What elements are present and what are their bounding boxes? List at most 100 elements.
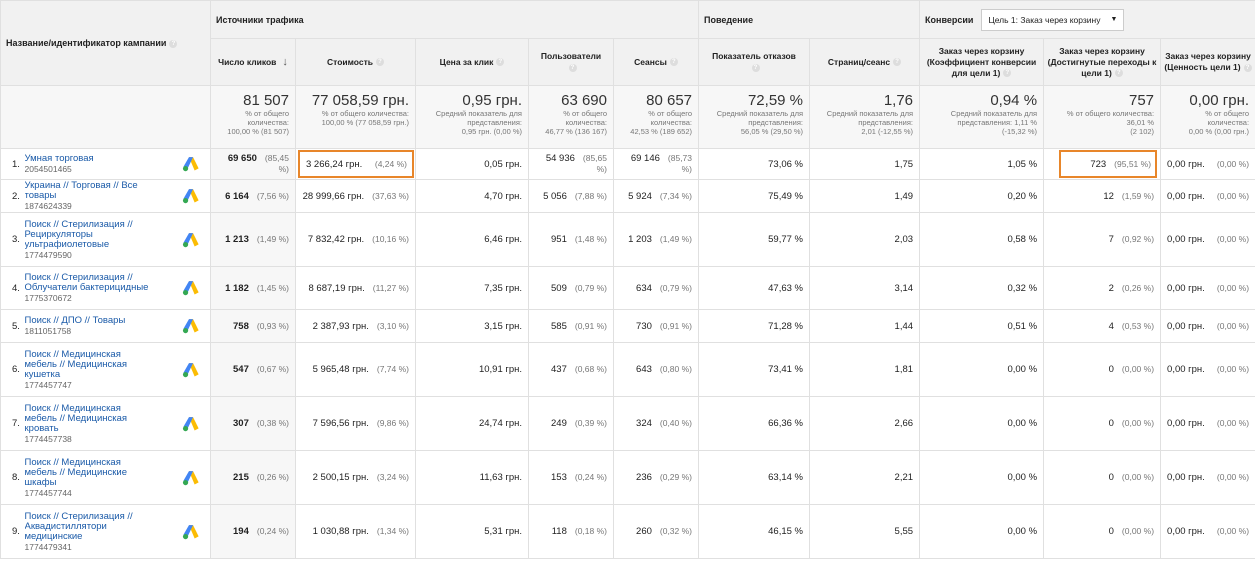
campaign-id: 1774457744	[24, 487, 72, 498]
bounce-cell: 73,41 %	[698, 342, 811, 397]
clicks-percent: (0,93 %)	[256, 320, 289, 331]
column-header-goal-completions[interactable]: Заказ через корзину (Достигнутые переход…	[1043, 38, 1162, 86]
table-row[interactable]: 1. Умная торговая 2054501465 69 650 (85,45 %…	[0, 148, 1255, 180]
column-header-name[interactable]: Название/идентификатор кампании?	[0, 0, 211, 86]
totals-cost-total: 100,00 % (77 058,59 грн.)	[321, 118, 409, 127]
cost-percent: (7,74 %)	[376, 364, 409, 374]
campaign-name-link[interactable]: Рециркуляторы	[25, 229, 133, 240]
row-number: 5.	[12, 320, 20, 332]
table-row[interactable]: 4. Поиск // Стерилизация //Облучатели бак…	[0, 266, 1255, 310]
value-value: 0,00 грн.	[1167, 320, 1205, 332]
goal-percent: (0,26 %)	[1121, 282, 1155, 293]
cpc-cell: 5,31 грн.	[415, 504, 529, 559]
table-row[interactable]: 3. Поиск // Стерилизация //Рециркуляторы у…	[0, 212, 1255, 267]
campaign-name-link[interactable]: шкафы	[25, 477, 128, 488]
campaign-name-link[interactable]: кушетка	[25, 369, 128, 380]
campaign-name-link[interactable]: Умная торговая	[25, 154, 94, 164]
campaign-name-link[interactable]: Облучатели бактерицидные	[25, 283, 149, 293]
table-row[interactable]: 2. Украина // Торговая // Все товары 187462…	[0, 179, 1255, 213]
pages-cell: 5,55	[809, 504, 921, 559]
campaign-id: 1774479341	[24, 541, 72, 552]
conv-rate-cell: 0,00 %	[919, 342, 1045, 397]
campaign-name-link[interactable]: мебель // Медицинская	[25, 359, 128, 370]
dropdown-arrow-icon: ▼	[1110, 16, 1118, 23]
totals-row: 81 507% от общего количества: 100,00 % (8…	[0, 85, 1255, 149]
users-percent: (0,79 %)	[574, 282, 607, 293]
sessions-cell: 1 203 (1,49 %)	[612, 212, 700, 267]
totals-conv-rate: 0,94 % Средний показатель для представлен…	[919, 85, 1045, 149]
campaign-name-link[interactable]: товары	[25, 191, 138, 201]
pages-cell: 1,75	[809, 148, 921, 180]
totals-pages-total: 2,01 (-12,55 %)	[861, 127, 914, 136]
sessions-percent: (0,79 %)	[659, 282, 693, 293]
help-icon[interactable]: ?	[568, 63, 577, 72]
help-icon[interactable]: ?	[169, 39, 178, 48]
row-index: 7.	[0, 396, 25, 451]
column-conv-rate-label: Заказ через корзину (Коэффициент конверс…	[926, 45, 1037, 78]
campaign-id: 1774457738	[24, 433, 72, 444]
conv_rate-value: 0,32 %	[1007, 282, 1038, 294]
totals-bounce-total: 56,05 % (29,50 %)	[740, 127, 804, 136]
column-header-goal-value[interactable]: Заказ через корзину (Ценность цели 1)?	[1160, 38, 1255, 86]
help-icon[interactable]: ?	[893, 58, 902, 67]
goal-select[interactable]: Цель 1: Заказ через корзину ▼	[981, 8, 1125, 31]
table-row[interactable]: 5. Поиск // ДПО // Товары 1811051758 758 (0,…	[0, 309, 1255, 343]
value-cell: 0,00 грн. (0,00 %)	[1160, 212, 1255, 267]
campaign-name-link[interactable]: мебель // Медицинские	[25, 467, 128, 478]
clicks-value: 6 164	[225, 190, 249, 202]
cpc-cell: 0,05 грн.	[415, 148, 529, 180]
campaign-name-link[interactable]: Поиск // Медицинская	[25, 349, 128, 360]
column-header-sessions[interactable]: Сеансы?	[612, 38, 700, 86]
conv_rate-value: 1,05 %	[1007, 158, 1038, 170]
campaign-name-link[interactable]: Поиск // Стерилизация //	[25, 219, 133, 230]
sessions-percent: (7,34 %)	[659, 190, 693, 201]
cost-value: 5 965,48 грн.	[312, 364, 369, 375]
campaign-name-link[interactable]: кровать	[25, 423, 128, 434]
clicks-cell: 6 164 (7,56 %)	[210, 179, 296, 213]
campaign-name-link[interactable]: Поиск // Медицинская	[25, 457, 128, 468]
campaign-name-link[interactable]: Поиск // Стерилизация //	[25, 511, 133, 522]
clicks-cell: 69 650 (85,45 %)	[210, 148, 296, 180]
column-header-cpc[interactable]: Цена за клик?	[415, 38, 529, 86]
campaign-name-link[interactable]: мебель // Медицинская	[25, 413, 128, 424]
pages-value: 1,81	[894, 364, 914, 375]
row-index: 8.	[0, 450, 25, 505]
help-icon[interactable]: ?	[375, 58, 384, 67]
totals-value-value: 0,00 грн.	[1189, 92, 1250, 109]
column-header-cost[interactable]: Стоимость?	[295, 38, 416, 86]
help-icon[interactable]: ?	[751, 63, 760, 72]
column-header-conv-rate[interactable]: Заказ через корзину (Коэффициент конверс…	[919, 38, 1045, 86]
users-cell: 153 (0,24 %)	[528, 450, 614, 505]
column-header-pages[interactable]: Страниц/сеанс?	[809, 38, 921, 86]
row-index: 3.	[0, 212, 25, 267]
bounce-cell: 47,63 %	[698, 266, 811, 310]
cost-value: 28 999,66 грн.	[302, 190, 365, 202]
goal-percent: (0,53 %)	[1121, 320, 1155, 331]
goal-cell: 2 (0,26 %)	[1043, 266, 1162, 310]
table-row[interactable]: 8. Поиск // Медицинская мебель // Медицинс…	[0, 450, 1255, 505]
totals-value-note: % от общего количества:	[1205, 109, 1250, 127]
campaign-name-link[interactable]: медицинские	[25, 531, 133, 542]
campaign-name-link[interactable]: Поиск // Медицинская	[25, 403, 128, 414]
table-row[interactable]: 9. Поиск // Стерилизация //Аквадистиллято…	[0, 504, 1255, 559]
goal-value: 0	[1108, 472, 1114, 483]
help-icon[interactable]: ?	[496, 58, 505, 67]
column-header-bounce[interactable]: Показатель отказов?	[698, 38, 811, 86]
pages-cell: 2,03	[809, 212, 921, 267]
help-icon[interactable]: ?	[1003, 69, 1012, 78]
campaign-name-link[interactable]: Поиск // ДПО // Товары	[25, 316, 126, 326]
campaign-name-link[interactable]: Аквадистиллятори	[25, 521, 133, 532]
sort-desc-icon[interactable]: ↓	[282, 56, 288, 68]
help-icon[interactable]: ?	[1114, 69, 1123, 78]
cost-percent: (9,86 %)	[376, 418, 409, 428]
help-icon[interactable]: ?	[669, 58, 678, 67]
column-header-clicks[interactable]: Число кликов ↓	[210, 38, 296, 86]
help-icon[interactable]: ?	[1243, 63, 1252, 72]
pages-cell: 3,14	[809, 266, 921, 310]
column-header-users[interactable]: Пользователи?	[528, 38, 614, 86]
campaign-name-link[interactable]: ультрафиолетовые	[25, 239, 133, 250]
users-cell: 118 (0,18 %)	[528, 504, 614, 559]
table-row[interactable]: 7. Поиск // Медицинская мебель // Медицинс…	[0, 396, 1255, 451]
table-row[interactable]: 6. Поиск // Медицинская мебель // Медицинс…	[0, 342, 1255, 397]
cost-cell: 3 266,24 грн. (4,24 %)	[295, 148, 416, 180]
